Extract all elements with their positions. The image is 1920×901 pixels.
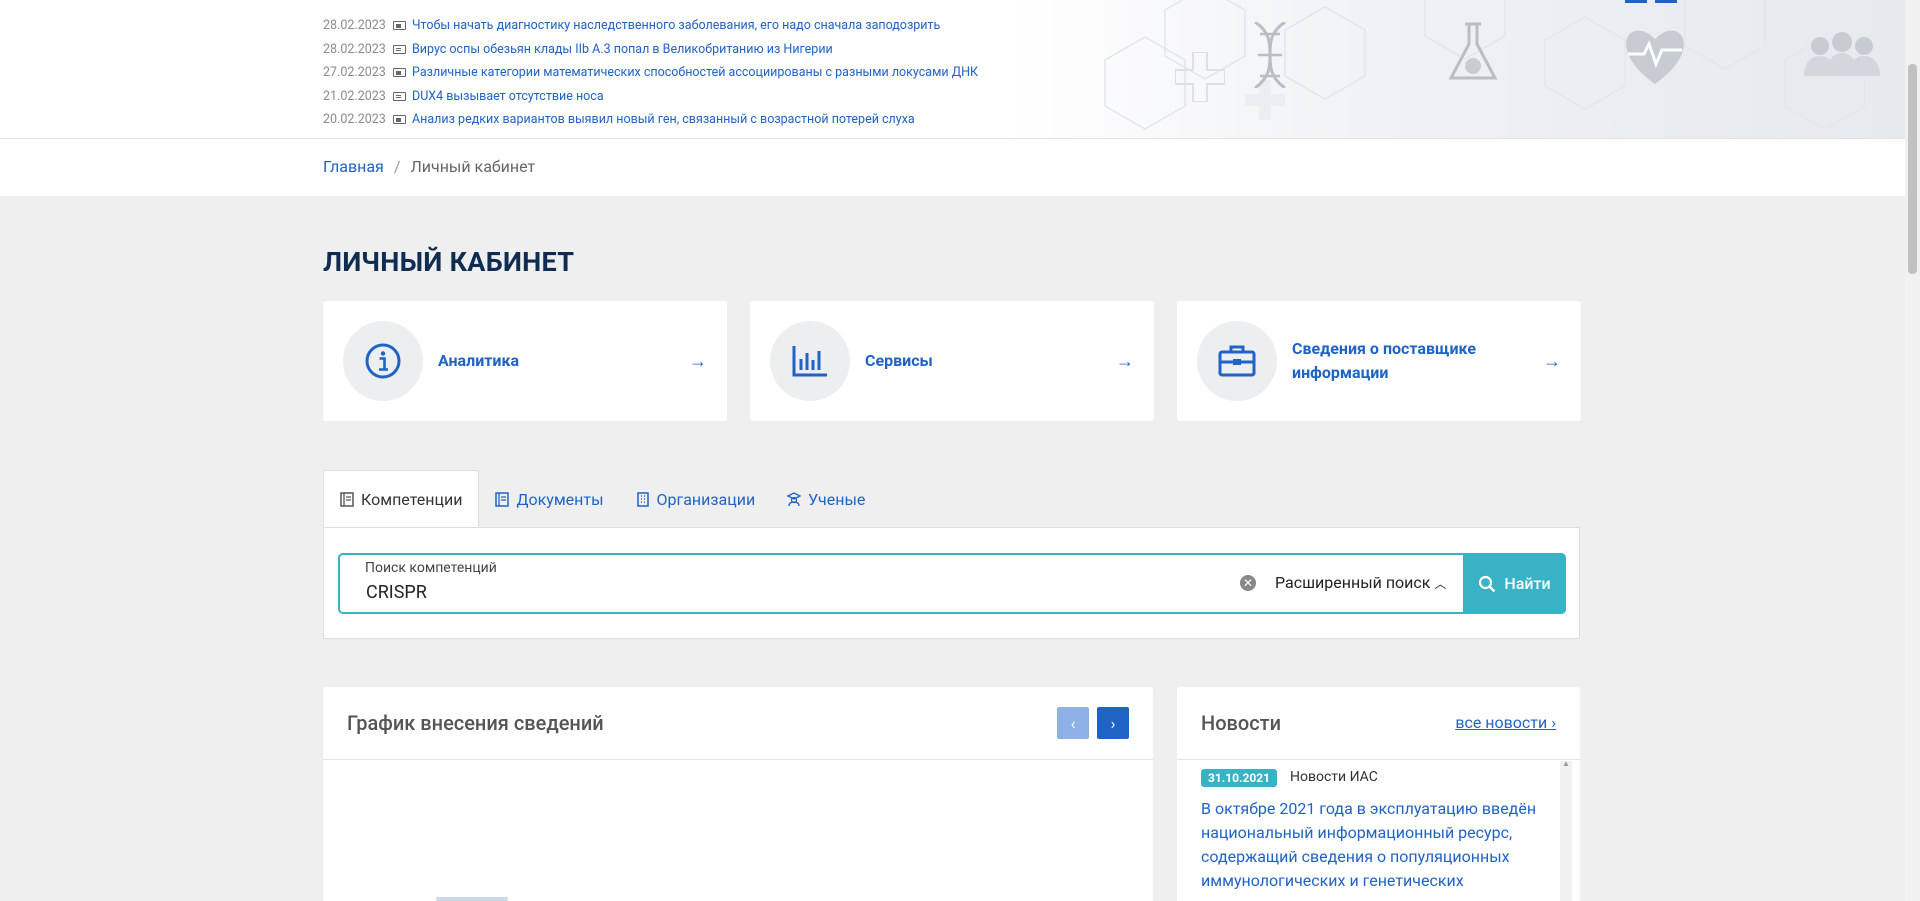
news-item: 20.02.2023 Анализ редких вариантов выяви… (323, 108, 978, 132)
arrow-right-icon: → (1543, 350, 1561, 372)
search-input[interactable] (364, 581, 1168, 604)
news-panel: Новости все новости › 31.10.2021 Новости… (1177, 687, 1580, 901)
document-icon (495, 491, 510, 507)
card-label: Сведения о поставщике информации (1292, 339, 1477, 382)
tab-label: Компетенции (361, 490, 463, 509)
building-icon (636, 491, 649, 507)
news-date: 28.02.2023 (323, 41, 386, 57)
info-icon (365, 343, 401, 379)
news-date: 28.02.2023 (323, 18, 386, 34)
news-link[interactable]: Вирус оспы обезьян клады IIb A.3 попал в… (412, 42, 833, 57)
chevron-right-icon: › (1551, 713, 1556, 732)
tab-label: Организации (656, 489, 756, 509)
news-headline-link[interactable]: В октябре 2021 года в эксплуатацию введё… (1201, 797, 1551, 893)
news-list: 28.02.2023 Чтобы начать диагностику насл… (323, 14, 978, 132)
all-news-link[interactable]: все новости › (1455, 713, 1556, 732)
all-news-label: все новости (1455, 713, 1548, 732)
briefcase-icon (1218, 345, 1256, 377)
plus-shape-icon (1175, 52, 1225, 102)
next-button[interactable]: › (1097, 707, 1129, 739)
divider (323, 759, 1153, 760)
search-icon (1479, 575, 1496, 592)
card-label: Аналитика (438, 351, 520, 370)
news-ticker: 28.02.2023 Чтобы начать диагностику насл… (0, 0, 1905, 139)
tab-label: Ученые (808, 489, 866, 509)
page-scrollbar[interactable] (1905, 0, 1920, 901)
clear-icon[interactable]: ✕ (1240, 575, 1256, 591)
card-icon-circle (343, 321, 423, 401)
find-button[interactable]: Найти (1463, 553, 1566, 614)
search-panel: Поиск компетенций ✕ Расширенный поиск ︿ … (323, 527, 1580, 639)
find-button-label: Найти (1504, 574, 1551, 593)
search-label: Поиск компетенций (365, 560, 497, 576)
scholar-icon (787, 491, 802, 506)
news-link[interactable]: DUX4 вызывает отсутствие носа (412, 89, 604, 104)
card-icon-circle (770, 321, 850, 401)
breadcrumb-separator: / (393, 157, 401, 176)
advanced-search-label: Расширенный поиск (1275, 573, 1431, 592)
newspaper-icon (393, 68, 406, 78)
chevron-up-icon: ︿ (1434, 577, 1447, 591)
news-item: 21.02.2023 DUX4 вызывает отсутствие носа (323, 85, 978, 109)
news-link[interactable]: Различные категории математических спосо… (412, 65, 978, 80)
prev-button[interactable]: ‹ (1057, 707, 1089, 739)
card-label: Сервисы (865, 351, 933, 370)
heart-pulse-icon (1626, 30, 1684, 84)
tab-scientists[interactable]: Ученые (771, 470, 881, 528)
newspaper-icon (393, 91, 406, 101)
breadcrumb-bar (0, 139, 1905, 196)
search-tabs: Компетенции Документы Организации Ученые (323, 470, 881, 528)
search-box: Поиск компетенций ✕ Расширенный поиск ︿ … (338, 553, 1566, 614)
page-title: ЛИЧНЫЙ КАБИНЕТ (323, 246, 575, 278)
news-date: 21.02.2023 (323, 88, 386, 104)
newspaper-icon (393, 21, 406, 31)
card-analytics[interactable]: Аналитика → (323, 301, 727, 421)
news-date: 27.02.2023 (323, 65, 386, 81)
news-date-badge: 31.10.2021 (1201, 769, 1278, 787)
news-link[interactable]: Анализ редких вариантов выявил новый ген… (412, 112, 915, 127)
chevron-left-icon: ‹ (1070, 713, 1076, 733)
flag-marker (1625, 0, 1647, 3)
breadcrumb-current: Личный кабинет (410, 157, 536, 176)
arrow-right-icon: → (1116, 350, 1134, 372)
chevron-right-icon: › (1110, 713, 1116, 733)
flask-icon (1448, 22, 1498, 80)
dna-icon (1254, 22, 1286, 88)
chart-panel: График внесения сведений ‹ › (323, 687, 1153, 901)
book-icon (340, 492, 354, 507)
advanced-search-toggle[interactable]: Расширенный поиск ︿ (1275, 573, 1446, 592)
flag-marker (1655, 0, 1677, 3)
card-provider-info[interactable]: Сведения о поставщике информации → (1177, 301, 1581, 421)
card-icon-circle (1197, 321, 1277, 401)
divider (1177, 759, 1580, 760)
news-date: 20.02.2023 (323, 112, 386, 128)
news-panel-title: Новости (1201, 711, 1282, 735)
newspaper-icon (393, 115, 406, 125)
news-item: 27.02.2023 Различные категории математич… (323, 61, 978, 85)
tab-documents[interactable]: Документы (479, 470, 619, 528)
breadcrumb: Главная / Личный кабинет (323, 157, 535, 176)
news-link[interactable]: Чтобы начать диагностику наследственного… (412, 18, 940, 33)
newspaper-icon (393, 44, 406, 54)
tab-competences[interactable]: Компетенции (323, 470, 480, 528)
news-item: 28.02.2023 Вирус оспы обезьян клады IIb … (323, 38, 978, 62)
tab-label: Документы (516, 489, 604, 509)
news-scrollbar[interactable] (1560, 759, 1572, 901)
arrow-right-icon: → (689, 350, 707, 372)
news-category: Новости ИАС (1290, 769, 1378, 785)
doctors-icon (1804, 32, 1880, 76)
chart-placeholder (436, 897, 508, 901)
news-item: 28.02.2023 Чтобы начать диагностику насл… (323, 14, 978, 38)
tab-organizations[interactable]: Организации (620, 470, 772, 528)
card-services[interactable]: Сервисы → (750, 301, 1154, 421)
chart-panel-title: График внесения сведений (347, 711, 604, 735)
bar-chart-icon (792, 346, 827, 377)
breadcrumb-home-link[interactable]: Главная (323, 157, 384, 176)
header-decoration (1005, 0, 1905, 138)
scrollbar-thumb[interactable] (1908, 64, 1917, 274)
